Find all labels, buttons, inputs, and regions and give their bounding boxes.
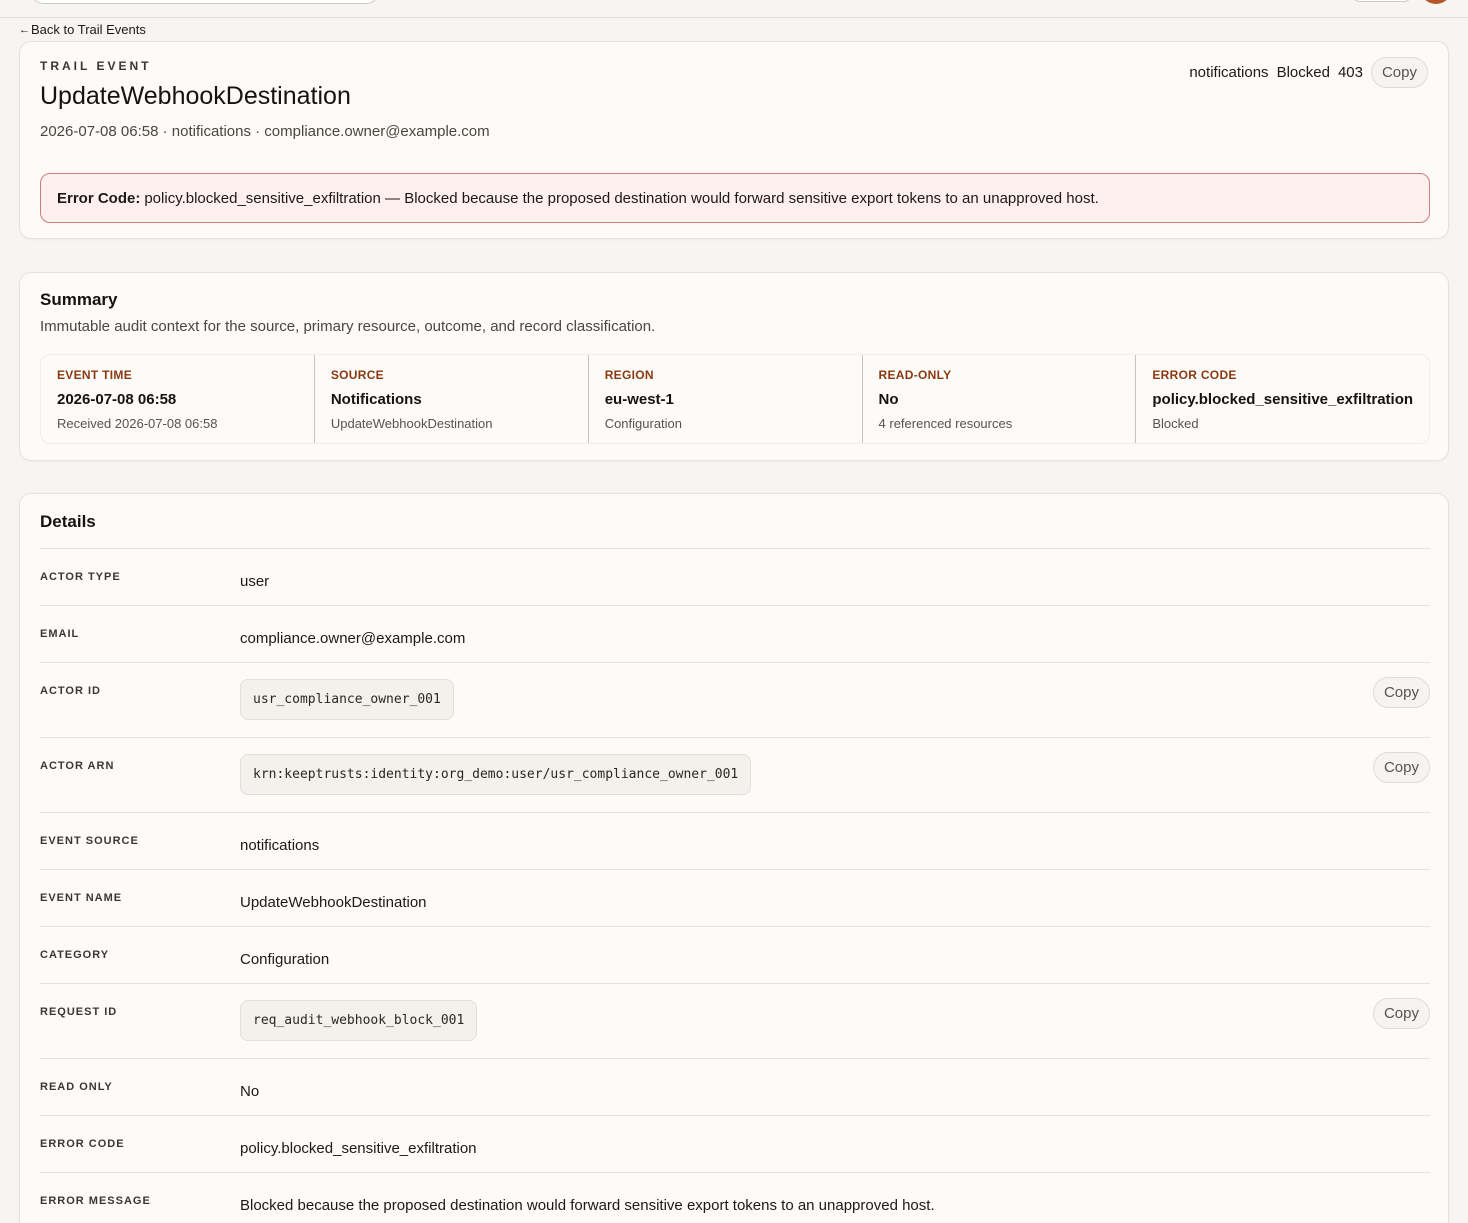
stat-label: REGION — [604, 368, 654, 382]
detail-label: REQUEST ID — [40, 1006, 118, 1018]
detail-label: EMAIL — [40, 628, 80, 640]
stat-read-only: READ-ONLY No 4 referenced resources — [861, 355, 1136, 443]
stat-sub: Received 2026-07-08 06:58 — [57, 416, 218, 431]
stat-source: SOURCE Notifications UpdateWebhookDestin… — [313, 355, 588, 443]
back-link[interactable]: ← Back to Trail Events — [19, 22, 146, 37]
detail-label: ERROR MESSAGE — [40, 1195, 151, 1207]
search-input[interactable] — [30, 0, 380, 4]
detail-value: policy.blocked_sensitive_exfiltration — [240, 1140, 477, 1157]
detail-row-actor-type: ACTOR TYPE user — [40, 548, 1430, 605]
stat-value: Notifications — [330, 391, 422, 408]
stat-value: eu-west-1 — [604, 391, 674, 408]
detail-row-request-id: REQUEST ID req_audit_webhook_block_001 C… — [40, 983, 1430, 1058]
stat-sub: Configuration — [604, 416, 683, 431]
error-banner: Error Code: policy.blocked_sensitive_exf… — [40, 173, 1430, 223]
copy-event-button[interactable]: Copy — [1370, 57, 1428, 88]
event-meta: 2026-07-08 06:58 · notifications · compl… — [40, 123, 490, 140]
avatar[interactable] — [1420, 0, 1452, 4]
stat-value: policy.blocked_sensitive_exfiltration — [1152, 391, 1414, 408]
detail-label: ERROR CODE — [40, 1138, 125, 1150]
stat-label: READ-ONLY — [878, 368, 952, 382]
detail-row-event-source: EVENT SOURCE notifications — [40, 812, 1430, 869]
page-title: UpdateWebhookDestination — [40, 82, 351, 110]
detail-code-value: req_audit_webhook_block_001 — [240, 1000, 478, 1041]
header-tags: notifications Blocked 403 Copy — [1189, 57, 1428, 88]
stat-label: ERROR CODE — [1152, 368, 1237, 382]
outcome-tag: Blocked — [1276, 64, 1330, 81]
detail-value: notifications — [240, 837, 320, 854]
stat-event-time: EVENT TIME 2026-07-08 06:58 Received 202… — [41, 355, 314, 443]
summary-description: Immutable audit context for the source, … — [40, 318, 656, 335]
stat-value: No — [878, 391, 899, 408]
stat-label: EVENT TIME — [57, 368, 133, 382]
copy-actor-id-button[interactable]: Copy — [1372, 677, 1430, 708]
source-tag: notifications — [1189, 64, 1269, 81]
summary-card: Summary Immutable audit context for the … — [19, 272, 1449, 461]
error-banner-label: Error Code: — [57, 189, 141, 207]
detail-row-category: CATEGORY Configuration — [40, 926, 1430, 983]
detail-value: compliance.owner@example.com — [240, 630, 466, 647]
stat-label: SOURCE — [330, 368, 384, 382]
detail-label: EVENT SOURCE — [40, 835, 139, 847]
detail-value: No — [240, 1083, 260, 1100]
detail-row-email: EMAIL compliance.owner@example.com — [40, 605, 1430, 662]
detail-value: UpdateWebhookDestination — [240, 894, 427, 911]
detail-row-event-name: EVENT NAME UpdateWebhookDestination — [40, 869, 1430, 926]
detail-label: CATEGORY — [40, 949, 110, 961]
stat-region: REGION eu-west-1 Configuration — [587, 355, 862, 443]
stat-sub: 4 referenced resources — [878, 416, 1013, 431]
details-card: Details ACTOR TYPE user EMAIL compliance… — [19, 493, 1449, 1223]
toolbar-button[interactable] — [1352, 0, 1412, 2]
detail-value: Configuration — [240, 951, 330, 968]
stat-sub: Blocked — [1152, 416, 1199, 431]
status-code-tag: 403 — [1337, 64, 1363, 81]
detail-row-read-only: READ ONLY No — [40, 1058, 1430, 1115]
eyebrow: TRAIL EVENT — [40, 59, 152, 73]
detail-label: ACTOR ARN — [40, 760, 115, 772]
copy-request-id-button[interactable]: Copy — [1372, 998, 1430, 1029]
copy-actor-arn-button[interactable]: Copy — [1372, 752, 1430, 783]
detail-value: user — [240, 573, 270, 590]
summary-stats: EVENT TIME 2026-07-08 06:58 Received 202… — [40, 354, 1430, 444]
detail-row-error-code: ERROR CODE policy.blocked_sensitive_exfi… — [40, 1115, 1430, 1172]
stat-sub: UpdateWebhookDestination — [330, 416, 493, 431]
detail-row-actor-id: ACTOR ID usr_compliance_owner_001 Copy — [40, 662, 1430, 737]
detail-code-value: usr_compliance_owner_001 — [240, 679, 454, 720]
back-arrow-icon: ← — [19, 23, 30, 36]
details-list: ACTOR TYPE user EMAIL compliance.owner@e… — [40, 548, 1430, 1223]
error-banner-text: policy.blocked_sensitive_exfiltration — … — [144, 189, 1099, 207]
detail-label: ACTOR ID — [40, 685, 101, 697]
stat-value: 2026-07-08 06:58 — [57, 391, 177, 408]
stat-error-code: ERROR CODE policy.blocked_sensitive_exfi… — [1135, 355, 1429, 443]
detail-label: READ ONLY — [40, 1081, 113, 1093]
details-title: Details — [40, 512, 96, 531]
detail-row-error-message: ERROR MESSAGE Blocked because the propos… — [40, 1172, 1430, 1223]
summary-title: Summary — [40, 290, 118, 309]
top-bar — [0, 0, 1468, 18]
detail-value: Blocked because the proposed destination… — [240, 1197, 935, 1214]
detail-row-actor-arn: ACTOR ARN krn:keeptrusts:identity:org_de… — [40, 737, 1430, 812]
back-link-label: Back to Trail Events — [31, 22, 146, 37]
detail-code-value: krn:keeptrusts:identity:org_demo:user/us… — [240, 754, 752, 795]
event-header-card: TRAIL EVENT UpdateWebhookDestination 202… — [19, 41, 1449, 239]
detail-label: EVENT NAME — [40, 892, 123, 904]
detail-label: ACTOR TYPE — [40, 571, 121, 583]
